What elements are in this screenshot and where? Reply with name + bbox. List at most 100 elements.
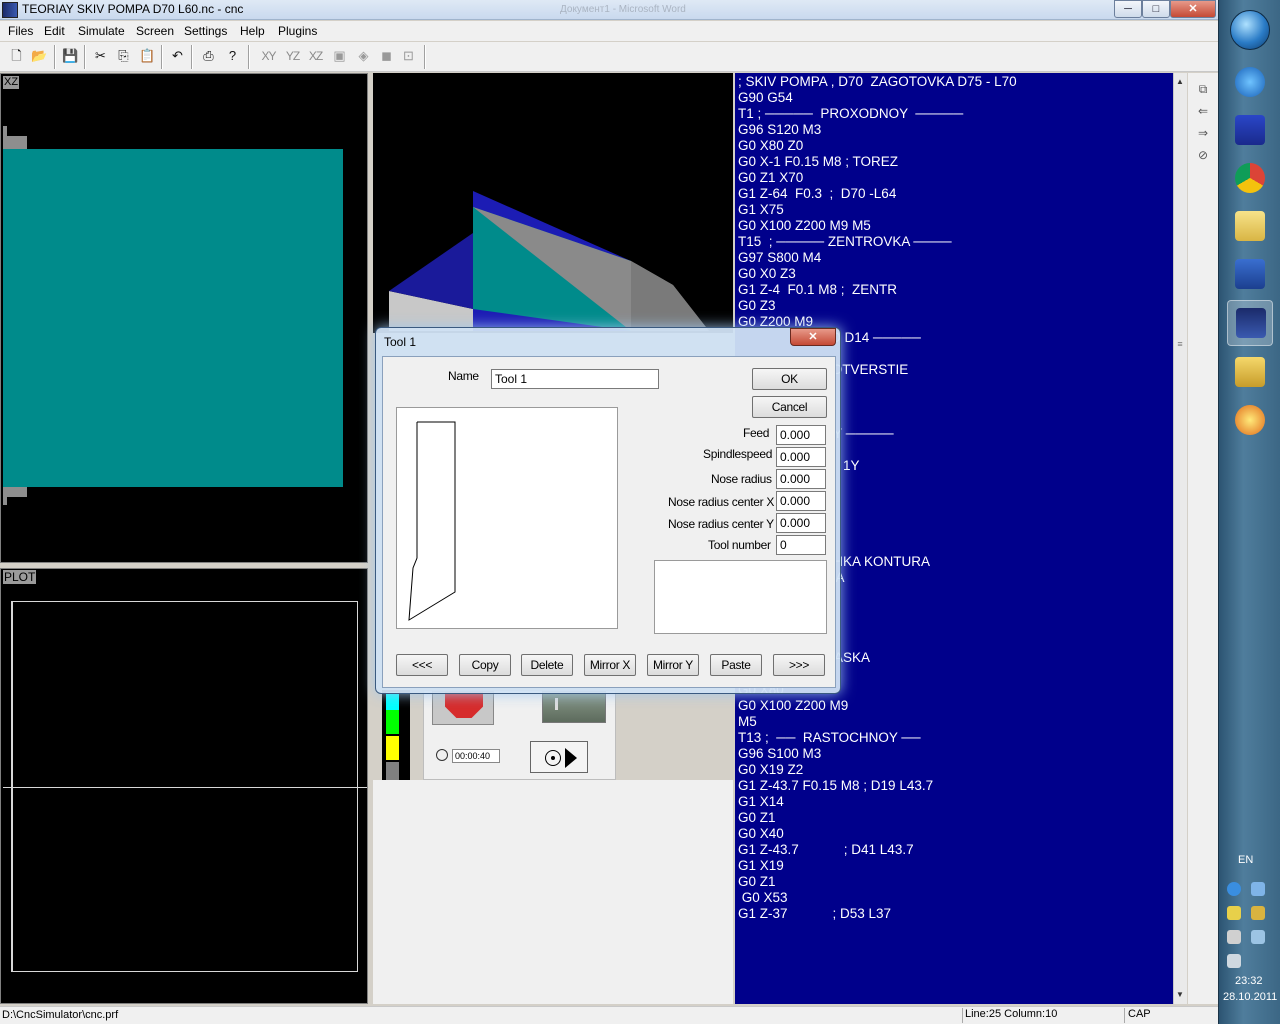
network-icon[interactable] (1227, 882, 1241, 896)
dialog-close-button[interactable]: ✕ (790, 328, 836, 346)
code-line[interactable]: T13 ; ── RASTOCHNOY ── (738, 730, 921, 746)
windows-icon[interactable]: ⧉ (1193, 79, 1213, 99)
cancel-circle-icon[interactable]: ⊘ (1193, 145, 1213, 165)
view-xy-button[interactable]: XY (258, 46, 279, 67)
menu-help[interactable]: Help (240, 24, 265, 38)
undo-icon[interactable]: ↶ (167, 46, 188, 67)
cnc-app-icon[interactable] (1227, 300, 1273, 346)
3d-view[interactable] (373, 73, 733, 333)
word-icon[interactable] (1227, 252, 1273, 298)
arrow-left-icon[interactable]: ⇐ (1193, 101, 1213, 121)
open-folder-icon[interactable]: 📂 (29, 46, 50, 67)
code-line[interactable]: G0 Z1 X70 (738, 170, 803, 186)
code-line[interactable]: G0 X53 (738, 890, 788, 906)
spindlespeed-field[interactable]: 0.000 (776, 447, 826, 467)
paste-button[interactable]: Paste (710, 654, 762, 676)
zoom-fit-icon[interactable]: ⊡ (398, 46, 419, 67)
code-line[interactable]: ; SKIV POMPA , D70 ZAGOTOVKA D75 - L70 (738, 74, 1017, 90)
menu-settings[interactable]: Settings (184, 24, 227, 38)
arrow-right-icon[interactable]: ⇒ (1193, 123, 1213, 143)
clock-date[interactable]: 28.10.2011 (1223, 991, 1277, 1003)
code-line[interactable]: G0 X40 (738, 826, 784, 842)
tool-name-field[interactable]: Tool 1 (491, 369, 659, 389)
code-line[interactable]: G0 Z1 (738, 810, 776, 826)
mirror-y-button[interactable]: Mirror Y (647, 654, 699, 676)
paste-icon[interactable]: 📋 (137, 46, 158, 67)
new-file-icon[interactable]: 🗋 (6, 46, 27, 67)
previous-tool-button[interactable]: <<< (396, 654, 448, 676)
delete-button[interactable]: Delete (521, 654, 573, 676)
code-line[interactable]: G1 Z-4 F0.1 M8 ; ZENTR (738, 282, 897, 298)
spindle-play-button[interactable] (530, 741, 588, 773)
stop-button[interactable] (432, 691, 494, 725)
color-swatch[interactable] (386, 736, 399, 760)
pane-splitter[interactable] (369, 73, 372, 1004)
nose-radius-field[interactable]: 0.000 (776, 469, 826, 489)
menu-files[interactable]: Files (8, 24, 33, 38)
tool-notes-field[interactable] (654, 560, 827, 634)
code-line[interactable]: G96 S100 M3 (738, 746, 821, 762)
scroll-up-icon[interactable]: ▲ (1173, 74, 1187, 90)
feed-field[interactable]: 0.000 (776, 425, 826, 445)
editor-scrollbar[interactable] (1173, 73, 1187, 1004)
monitor-icon[interactable] (1251, 930, 1265, 944)
code-line[interactable]: G0 Z1 (738, 874, 776, 890)
ok-button[interactable]: OK (752, 368, 827, 390)
code-line[interactable]: M5 (738, 714, 757, 730)
copy-button[interactable]: Copy (459, 654, 511, 676)
view-3d-icon[interactable]: ◈ (353, 46, 374, 67)
code-line[interactable]: G1 X19 (738, 858, 784, 874)
code-line[interactable]: G1 X75 (738, 202, 784, 218)
scroll-grip-icon[interactable]: ≡ (1173, 339, 1187, 349)
help-icon[interactable]: ? (222, 46, 243, 67)
color-swatch[interactable] (386, 710, 399, 734)
shield-icon[interactable] (1251, 882, 1265, 896)
cancel-button[interactable]: Cancel (752, 396, 827, 418)
code-line[interactable]: T15 ; ───── ZENTROVKA ──── (738, 234, 952, 250)
code-line[interactable]: G1 Z-37 ; D53 L37 (738, 906, 891, 922)
internet-explorer-icon[interactable] (1227, 60, 1273, 106)
view-xz-button[interactable]: XZ (305, 46, 326, 67)
cut-icon[interactable]: ✂ (90, 46, 111, 67)
code-line[interactable]: G0 Z3 (738, 298, 776, 314)
close-button[interactable]: ✕ (1170, 0, 1216, 18)
menu-plugins[interactable]: Plugins (278, 24, 317, 38)
scroll-down-icon[interactable]: ▼ (1173, 987, 1187, 1003)
mirror-x-button[interactable]: Mirror X (584, 654, 636, 676)
clock-time[interactable]: 23:32 (1235, 975, 1263, 987)
code-line[interactable]: T1 ; ───── PROXODNOY ───── (738, 106, 963, 122)
sigma-icon[interactable] (1251, 906, 1265, 920)
start-button[interactable] (1230, 10, 1270, 50)
error-flag-icon[interactable] (1227, 930, 1241, 944)
pause-button[interactable] (542, 691, 606, 723)
minimize-button[interactable]: ─ (1114, 0, 1142, 18)
menu-simulate[interactable]: Simulate (78, 24, 125, 38)
code-line[interactable]: G97 S800 M4 (738, 250, 821, 266)
next-tool-button[interactable]: >>> (773, 654, 825, 676)
folder-icon[interactable] (1227, 350, 1273, 396)
print-icon[interactable]: ⎙ (198, 46, 219, 67)
maximize-button[interactable]: □ (1142, 0, 1170, 18)
code-line[interactable]: G1 Z-43.7 ; D41 L43.7 (738, 842, 914, 858)
code-line[interactable]: G96 S120 M3 (738, 122, 821, 138)
save-icon[interactable]: 💾 (60, 46, 81, 67)
nose-radius-center-y-field[interactable]: 0.000 (776, 513, 826, 533)
code-line[interactable]: G0 X19 Z2 (738, 762, 803, 778)
menu-screen[interactable]: Screen (136, 24, 174, 38)
nose-radius-center-x-field[interactable]: 0.000 (776, 491, 826, 511)
xz-view[interactable]: XZ (0, 73, 368, 563)
pen-icon[interactable] (1227, 906, 1241, 920)
code-line[interactable]: G1 X14 (738, 794, 784, 810)
code-line[interactable]: G0 X100 Z200 M9 M5 (738, 218, 871, 234)
view-iso-icon[interactable]: ▣ (329, 46, 350, 67)
language-indicator[interactable]: EN (1238, 854, 1253, 866)
view-solid-icon[interactable]: ◼ (376, 46, 397, 67)
tool-number-field[interactable]: 0 (776, 535, 826, 555)
floppy-save-icon[interactable] (1227, 108, 1273, 154)
code-line[interactable]: G90 G54 (738, 90, 793, 106)
copy-icon[interactable]: ⎘ (113, 46, 134, 67)
code-line[interactable]: G0 X0 Z3 (738, 266, 796, 282)
paint-icon[interactable] (1227, 398, 1273, 444)
speaker-icon[interactable] (1227, 954, 1241, 968)
view-yz-button[interactable]: YZ (282, 46, 303, 67)
